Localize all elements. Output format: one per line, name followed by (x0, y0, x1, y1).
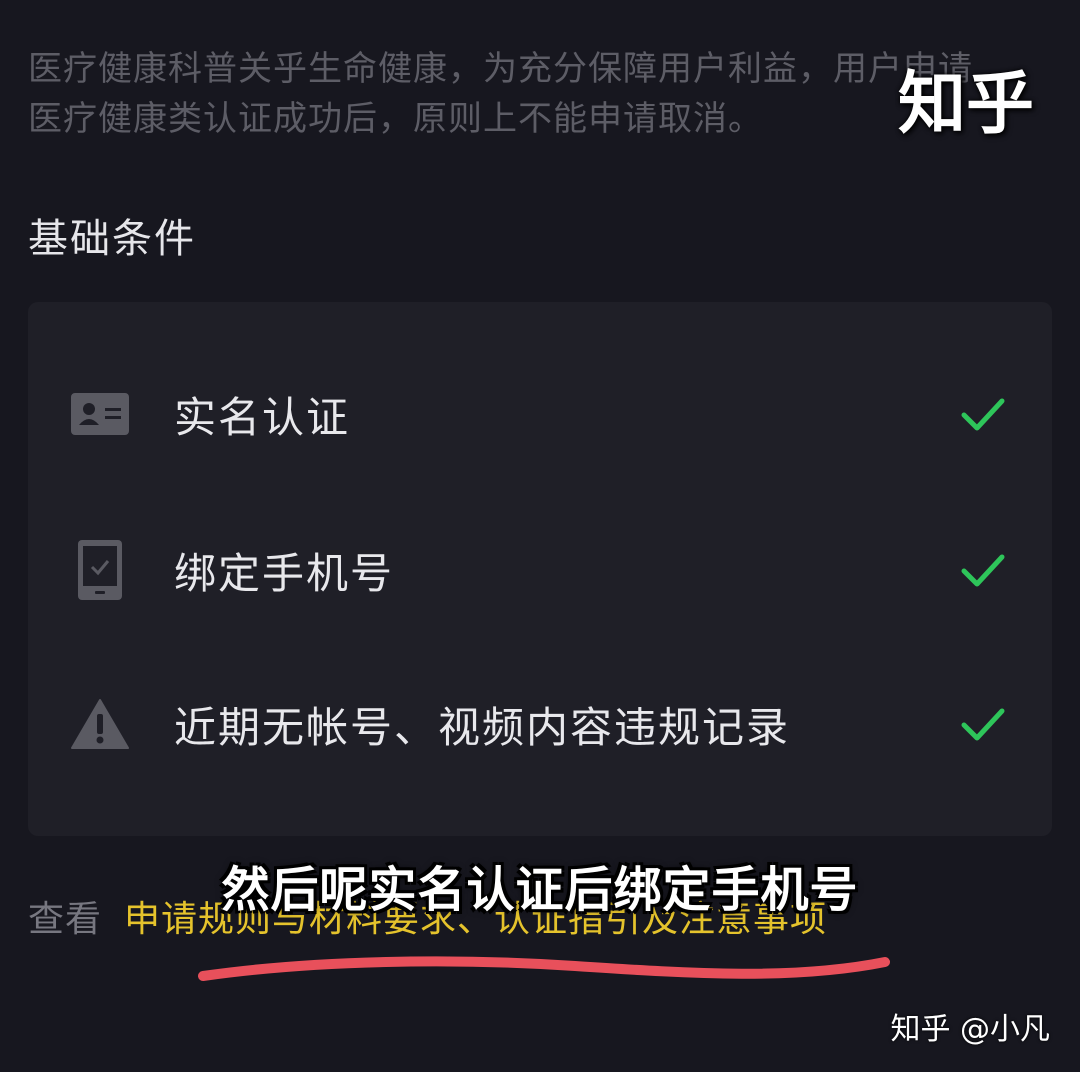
hand-drawn-underline (198, 956, 890, 981)
warning-icon (70, 694, 130, 754)
zhihu-watermark: 知乎 (897, 65, 1034, 144)
condition-row-no-violation: 近期无帐号、视频内容违规记录 (28, 684, 1052, 764)
author-watermark: 知乎 @小凡 (890, 1012, 1050, 1047)
condition-row-real-name: 实名认证 (28, 374, 1052, 454)
condition-label: 近期无帐号、视频内容违规记录 (174, 702, 791, 752)
condition-label: 实名认证 (174, 392, 351, 442)
section-title: 基础条件 (28, 216, 196, 262)
video-subtitle: 然后呢实名认证后绑定手机号 (221, 862, 859, 918)
condition-row-phone: 绑定手机号 (28, 530, 1052, 610)
conditions-card: 实名认证 绑定手机号 近期无帐号、视频内容违规记录 (28, 302, 1052, 836)
check-icon (961, 708, 1005, 741)
check-icon (961, 554, 1005, 587)
phone-icon (70, 540, 130, 600)
check-icon (961, 398, 1005, 431)
id-card-icon (70, 384, 130, 444)
condition-label: 绑定手机号 (174, 548, 395, 598)
intro-text: 医疗健康科普关乎生命健康，为充分保障用户利益，用户申请医疗健康类认证成功后，原则… (28, 49, 973, 139)
